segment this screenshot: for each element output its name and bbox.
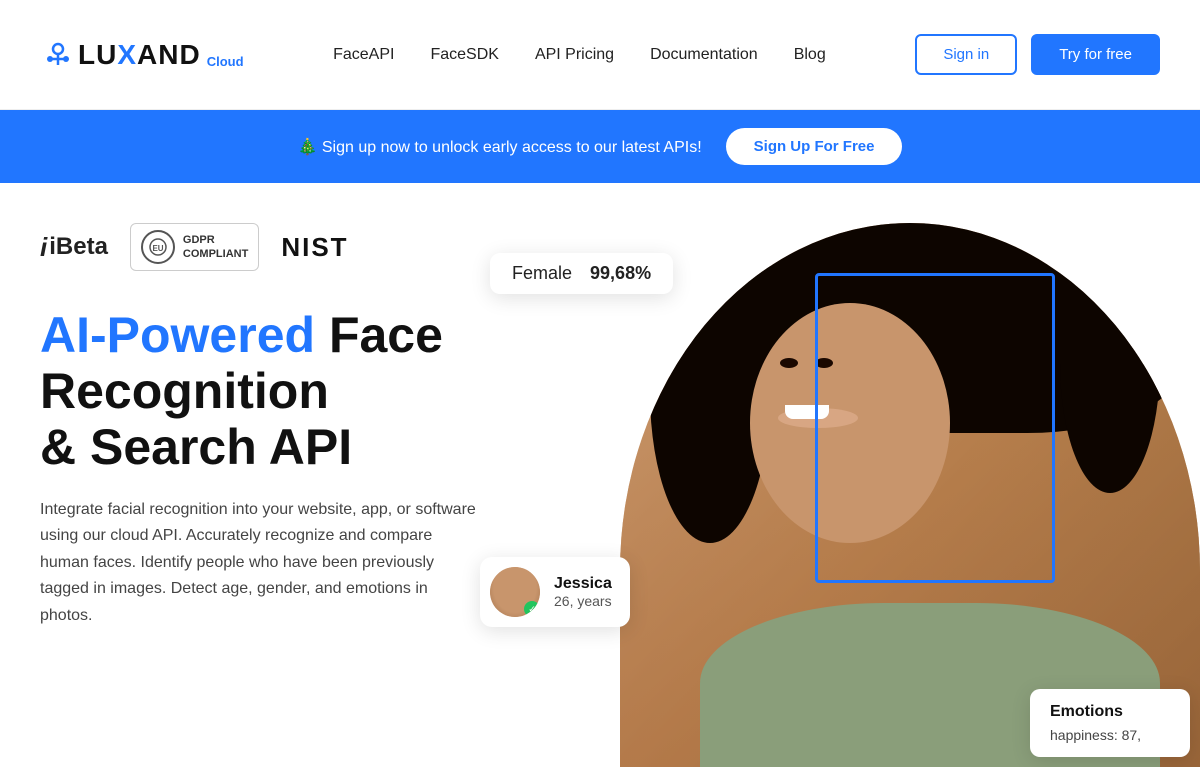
hero-description: Integrate facial recognition into your w… bbox=[40, 497, 480, 629]
hero-title-blue: AI-Powered bbox=[40, 307, 315, 363]
trust-badges: i iBeta EU GDPR COMPLIANT NIST bbox=[40, 223, 530, 271]
promo-banner: 🎄 Sign up now to unlock early access to … bbox=[0, 110, 1200, 183]
logo[interactable]: LUXAND Cloud bbox=[40, 37, 244, 73]
nav-faceapi[interactable]: FaceAPI bbox=[333, 46, 394, 64]
ibeta-badge: i iBeta bbox=[40, 232, 108, 263]
gdpr-icon: EU bbox=[141, 230, 175, 264]
svg-text:EU: EU bbox=[152, 244, 163, 253]
gdpr-line2: COMPLIANT bbox=[183, 247, 248, 261]
signup-free-button[interactable]: Sign Up For Free bbox=[726, 128, 903, 165]
nav-api-pricing[interactable]: API Pricing bbox=[535, 46, 614, 64]
navbar: LUXAND Cloud FaceAPI FaceSDK API Pricing… bbox=[0, 0, 1200, 110]
logo-text: LUXAND bbox=[78, 39, 201, 71]
nav-documentation[interactable]: Documentation bbox=[650, 46, 758, 64]
avatar: ✓ bbox=[490, 567, 540, 617]
signin-button[interactable]: Sign in bbox=[915, 34, 1017, 75]
emotions-card: Emotions happiness: 87, bbox=[1030, 689, 1190, 757]
try-free-button[interactable]: Try for free bbox=[1031, 34, 1160, 75]
gdpr-line1: GDPR bbox=[183, 233, 248, 247]
left-column: i iBeta EU GDPR COMPLIANT NIST AI-Powe bbox=[40, 223, 530, 767]
right-column: Female 99,68% ✓ Jessica 26, years Emotio… bbox=[530, 223, 1160, 767]
person-name: Jessica bbox=[554, 575, 612, 593]
person-info: Jessica 26, years bbox=[554, 575, 612, 609]
nav-links: FaceAPI FaceSDK API Pricing Documentatio… bbox=[333, 46, 826, 64]
gender-confidence: 99,68% bbox=[590, 263, 651, 284]
banner-text: 🎄 Sign up now to unlock early access to … bbox=[298, 137, 702, 157]
person-card: ✓ Jessica 26, years bbox=[480, 557, 630, 627]
logo-icon bbox=[40, 37, 76, 73]
check-icon: ✓ bbox=[524, 601, 540, 617]
nav-blog[interactable]: Blog bbox=[794, 46, 826, 64]
face-detection-box bbox=[815, 273, 1055, 583]
emotions-title: Emotions bbox=[1050, 703, 1170, 721]
nist-badge: NIST bbox=[281, 232, 348, 263]
nav-facesdk[interactable]: FaceSDK bbox=[430, 46, 498, 64]
emotions-data: happiness: 87, bbox=[1050, 727, 1170, 743]
hero-title: AI-Powered FaceRecognition& Search API bbox=[40, 307, 530, 475]
person-age: 26, years bbox=[554, 593, 612, 609]
gender-card: Female 99,68% bbox=[490, 253, 673, 294]
logo-sub: Cloud bbox=[207, 54, 244, 69]
gender-label-text: Female bbox=[512, 263, 572, 284]
gdpr-badge: EU GDPR COMPLIANT bbox=[130, 223, 259, 271]
main-content: i iBeta EU GDPR COMPLIANT NIST AI-Powe bbox=[0, 183, 1200, 767]
nav-actions: Sign in Try for free bbox=[915, 34, 1160, 75]
